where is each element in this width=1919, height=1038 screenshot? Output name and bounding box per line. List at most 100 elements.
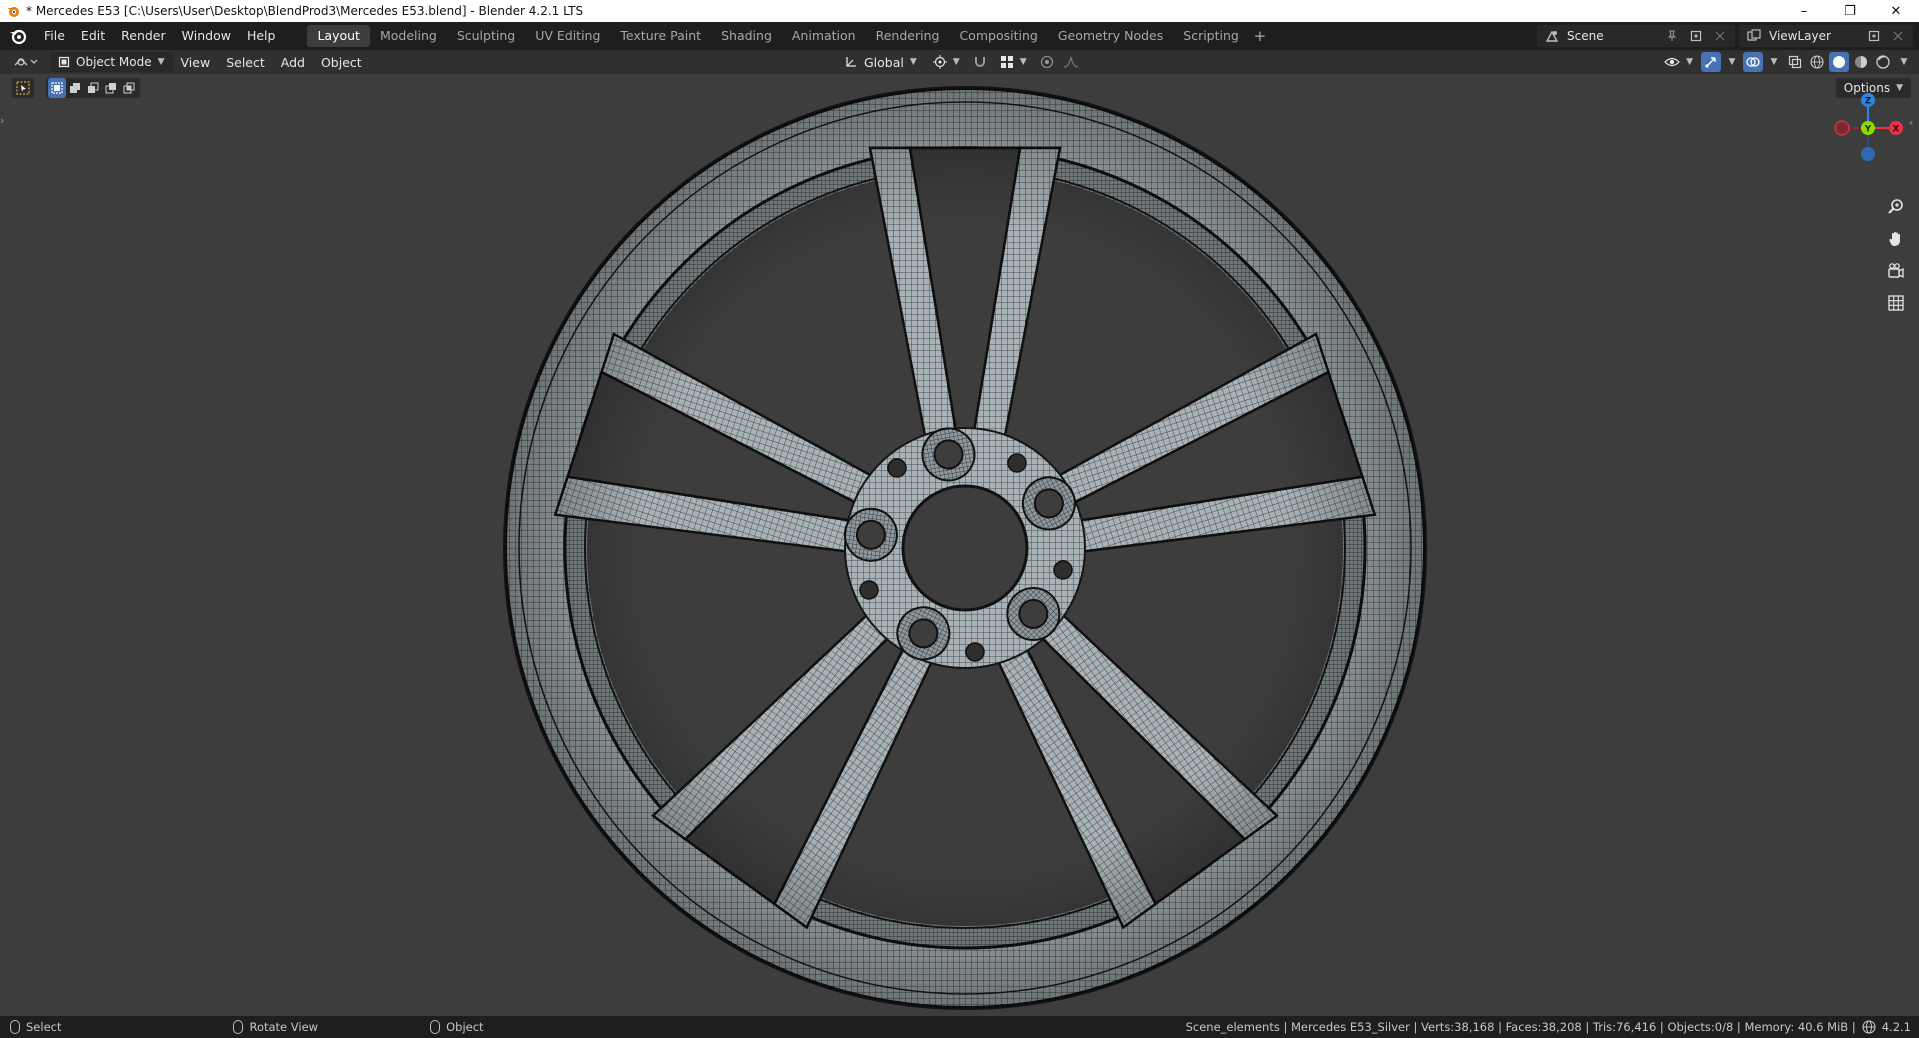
tab-compositing[interactable]: Compositing [949, 25, 1047, 47]
falloff-dropdown[interactable] [1061, 52, 1081, 72]
3d-viewport-icon [14, 58, 38, 66]
tab-scripting[interactable]: Scripting [1173, 25, 1249, 47]
chevron-down-icon[interactable]: ▼ [1765, 53, 1783, 71]
mode-dropdown[interactable]: Object Mode ▼ [50, 52, 173, 72]
view-layer-name-field[interactable]: ViewLayer [1769, 29, 1859, 43]
navigation-tools [1883, 194, 1909, 316]
menu-select[interactable]: Select [218, 55, 273, 70]
view-layer-selector[interactable]: ViewLayer [1739, 25, 1913, 47]
status-hint-rotate: Rotate View [233, 1020, 318, 1034]
rendered-shading-button[interactable] [1873, 52, 1893, 72]
visibility-dropdown[interactable]: ▼ [1658, 52, 1699, 72]
rendered-sphere-icon [1876, 55, 1890, 69]
select-extend-mode[interactable] [66, 78, 84, 98]
pin-icon[interactable] [1663, 27, 1681, 45]
toolbar-expand-arrow[interactable]: › [0, 114, 10, 127]
new-scene-icon[interactable] [1687, 27, 1705, 45]
select-invert-mode[interactable] [102, 78, 120, 98]
menu-add[interactable]: Add [273, 55, 313, 70]
scene-name-field[interactable]: Scene [1567, 29, 1657, 43]
snap-toggle[interactable] [970, 52, 990, 72]
delete-view-layer-icon[interactable] [1889, 27, 1907, 45]
blender-window: * Mercedes E53 [C:\Users\User\Desktop\Bl… [0, 0, 1919, 1038]
chevron-down-icon[interactable]: ▼ [1723, 53, 1741, 71]
scene-selector[interactable]: Scene [1537, 25, 1735, 47]
camera-icon [1888, 263, 1904, 279]
global-orientation-icon [846, 57, 856, 67]
menu-help[interactable]: Help [239, 25, 284, 47]
gizmo-toggle[interactable] [1701, 52, 1721, 72]
viewport-display-controls: ▼ ▼ ▼ ▼ [1658, 52, 1913, 72]
zoom-button[interactable] [1883, 194, 1909, 220]
orientation-label: Global [864, 54, 904, 70]
tab-texture-paint[interactable]: Texture Paint [610, 25, 711, 47]
object-mode-icon [58, 56, 70, 68]
tab-geometry-nodes[interactable]: Geometry Nodes [1048, 25, 1173, 47]
pan-button[interactable] [1883, 226, 1909, 252]
navigation-gizmo[interactable]: Z X Y [1826, 88, 1906, 168]
blender-logo-icon[interactable] [8, 26, 28, 46]
xray-toggle[interactable] [1785, 52, 1805, 72]
workspace-tabs: Layout Modeling Sculpting UV Editing Tex… [307, 25, 1270, 47]
window-title: * Mercedes E53 [C:\Users\User\Desktop\Bl… [26, 4, 584, 18]
eye-icon [1664, 57, 1680, 67]
sidebar-expand-arrow[interactable]: ‹ [1909, 116, 1919, 129]
material-shading-button[interactable] [1851, 52, 1871, 72]
select-intersect-icon [123, 82, 135, 94]
wireframe-sphere-icon [1810, 55, 1824, 69]
chevron-down-icon: ▼ [952, 57, 960, 67]
menu-render[interactable]: Render [113, 25, 174, 47]
maximize-button[interactable]: ❐ [1827, 0, 1873, 22]
close-button[interactable]: ✕ [1873, 0, 1919, 22]
perspective-toggle-button[interactable] [1883, 290, 1909, 316]
add-workspace-button[interactable]: + [1249, 27, 1271, 45]
select-extend-icon [70, 83, 80, 93]
tab-rendering[interactable]: Rendering [866, 25, 950, 47]
editor-type-selector[interactable] [8, 52, 44, 72]
snap-target-dropdown[interactable]: ▼ [994, 52, 1033, 72]
wheel-wireframe-render [503, 86, 1427, 1010]
tab-animation[interactable]: Animation [782, 25, 866, 47]
gizmo-x-label: X [1893, 125, 1900, 135]
orientation-dropdown[interactable]: Global ▼ [838, 52, 923, 72]
tab-uv-editing[interactable]: UV Editing [525, 25, 610, 47]
select-set-mode[interactable] [48, 78, 66, 98]
menu-file[interactable]: File [36, 25, 73, 47]
menu-view[interactable]: View [173, 55, 219, 70]
overlays-toggle[interactable] [1743, 52, 1763, 72]
wireframe-shading-button[interactable] [1807, 52, 1827, 72]
view-layer-icon [1745, 27, 1763, 45]
select-invert-icon [105, 83, 116, 94]
new-view-layer-icon[interactable] [1865, 27, 1883, 45]
tab-layout[interactable]: Layout [307, 25, 370, 47]
top-bar: File Edit Render Window Help Layout Mode… [0, 22, 1919, 50]
wheel-model[interactable] [503, 86, 1427, 1010]
menu-edit[interactable]: Edit [73, 25, 113, 47]
tab-sculpting[interactable]: Sculpting [447, 25, 525, 47]
globe-icon [1862, 1020, 1876, 1034]
select-box-tool[interactable] [12, 78, 34, 98]
tab-shading[interactable]: Shading [711, 25, 782, 47]
select-subtract-mode[interactable] [84, 78, 102, 98]
viewport-header: Object Mode ▼ View Select Add Object Glo… [0, 50, 1919, 74]
solid-shading-button[interactable] [1829, 52, 1849, 72]
minimize-button[interactable]: – [1781, 0, 1827, 22]
material-sphere-icon [1855, 56, 1867, 68]
tab-modeling[interactable]: Modeling [370, 25, 447, 47]
xray-icon [1788, 55, 1802, 69]
overlays-icon [1746, 57, 1760, 67]
camera-view-button[interactable] [1883, 258, 1909, 284]
menu-object[interactable]: Object [313, 55, 370, 70]
scene-controls: Scene ViewLayer [1537, 25, 1913, 47]
chevron-down-icon[interactable]: ▼ [1895, 53, 1913, 71]
title-bar: * Mercedes E53 [C:\Users\User\Desktop\Bl… [0, 0, 1919, 22]
proportional-editing-toggle[interactable] [1037, 52, 1057, 72]
menu-window[interactable]: Window [174, 25, 239, 47]
cursor-select-icon [16, 81, 30, 95]
delete-scene-icon[interactable] [1711, 27, 1729, 45]
select-intersect-mode[interactable] [120, 78, 138, 98]
scene-stats-text: Scene_elements | Mercedes E53_Silver | V… [1185, 1020, 1856, 1034]
gizmo-z-label: Z [1865, 97, 1872, 107]
3d-viewport[interactable]: Options ▼ › ‹ Z X Y [0, 74, 1919, 1016]
pivot-point-dropdown[interactable]: ▼ [927, 52, 966, 72]
